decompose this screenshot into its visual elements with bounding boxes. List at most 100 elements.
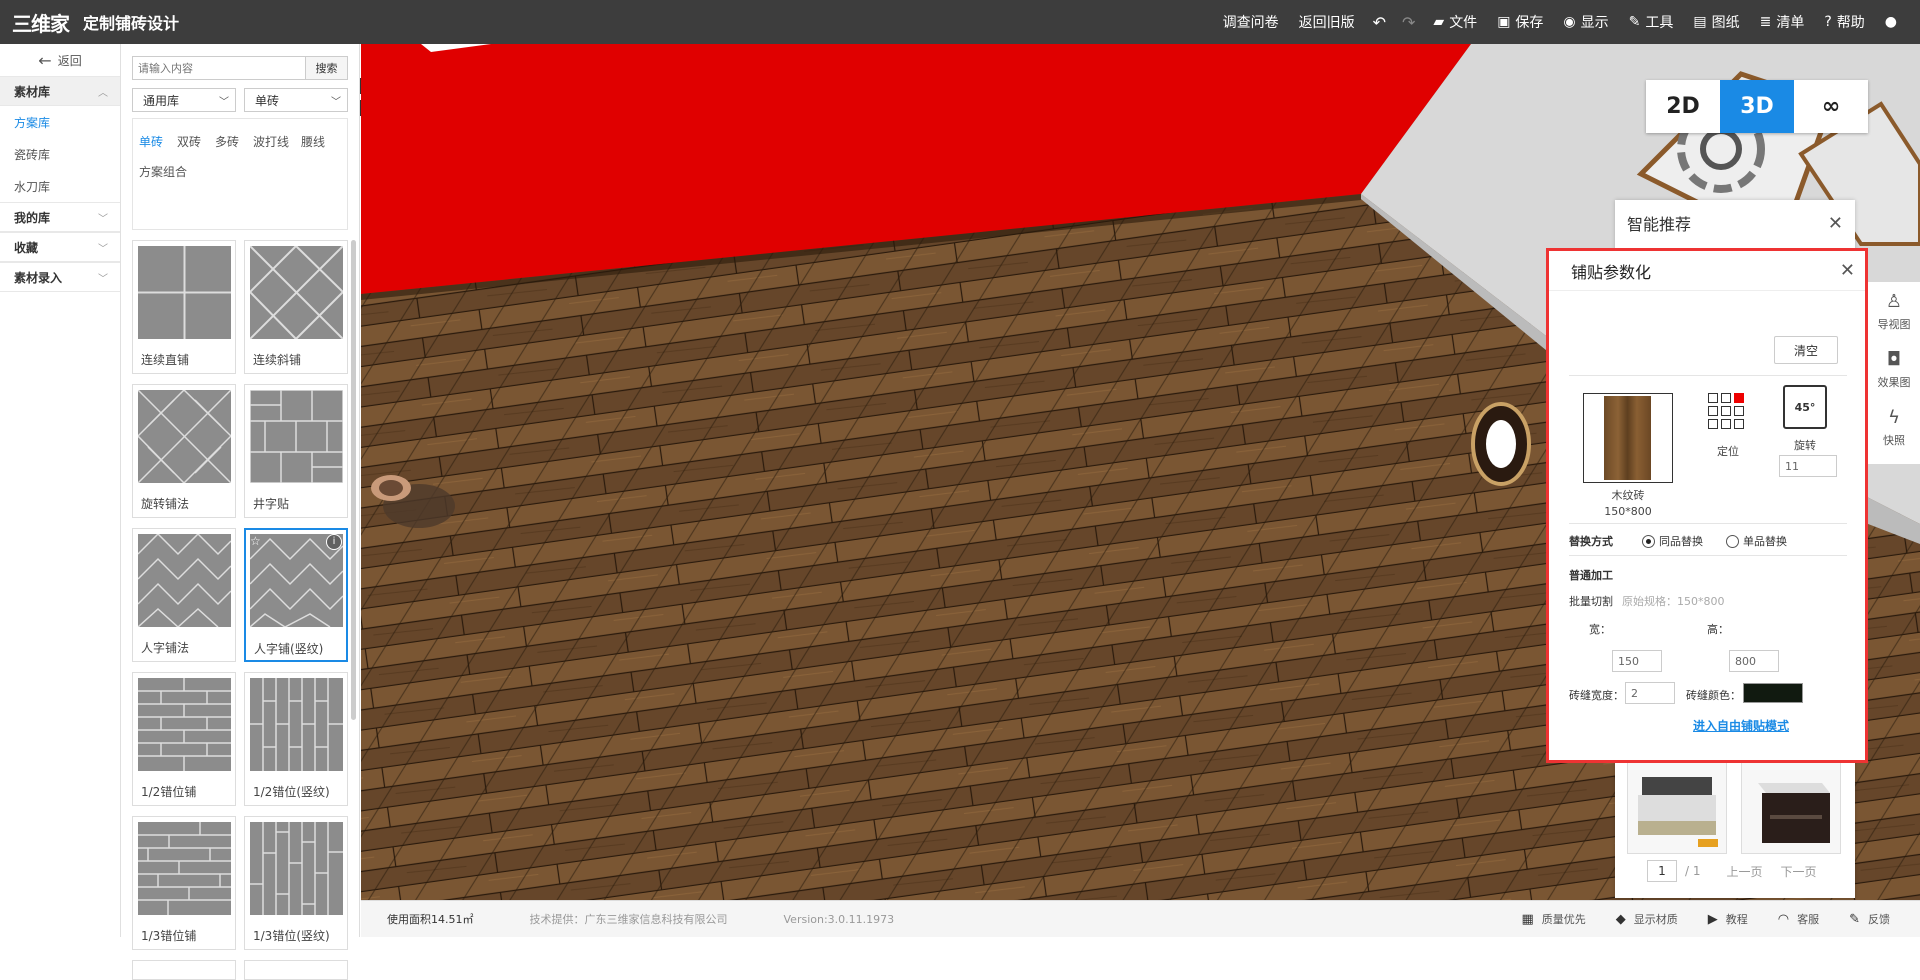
filter-waistline[interactable]: 腰线 — [301, 133, 325, 150]
nav-group-favorites[interactable]: 收藏 ﹀ — [0, 232, 120, 262]
next-page-link[interactable]: 下一页 — [1781, 863, 1817, 880]
radio-same-replace[interactable]: 同品替换 — [1642, 533, 1703, 549]
tile-card[interactable]: 连续斜铺 — [244, 240, 348, 374]
rotate-input[interactable] — [1779, 455, 1837, 477]
height-input[interactable] — [1729, 650, 1779, 672]
headset-icon: ◠ — [1777, 911, 1790, 927]
gap-width-input[interactable] — [1625, 682, 1675, 704]
tab-walkthrough[interactable]: ∞ — [1794, 80, 1868, 133]
drawings-menu[interactable]: ▤ 图纸 — [1693, 12, 1739, 32]
library-select-value: 通用库 — [143, 93, 180, 108]
tab-2d[interactable]: 2D — [1646, 80, 1720, 133]
status-actions: ▦ 质量优先 ◆ 显示材质 ▶ 教程 ◠ 客服 ✎ 反馈 — [1521, 911, 1920, 927]
tile-card-selected[interactable]: ☆ i 人字铺(竖纹) — [244, 528, 348, 662]
tile-card[interactable]: 旋转铺法 — [132, 384, 236, 518]
tile-card[interactable]: 人字铺法 — [132, 528, 236, 662]
help-menu[interactable]: ? 帮助 — [1824, 12, 1864, 32]
file-menu[interactable]: ▰ 文件 — [1433, 12, 1477, 32]
gap-color-swatch[interactable] — [1743, 683, 1803, 703]
nav-group-my-lib[interactable]: 我的库 ﹀ — [0, 202, 120, 232]
rotate-button[interactable]: 45° — [1783, 385, 1827, 429]
tools-menu[interactable]: ✎ 工具 — [1629, 12, 1674, 32]
show-material-label: 显示材质 — [1633, 913, 1678, 926]
close-icon[interactable]: ✕ — [1840, 260, 1855, 281]
info-icon[interactable]: i — [326, 534, 342, 550]
page-input[interactable] — [1647, 860, 1677, 882]
old-version-link[interactable]: 返回旧版 — [1299, 12, 1355, 32]
radio-single-replace[interactable]: 单品替换 — [1726, 533, 1787, 549]
tile-card[interactable]: 1/3错位(竖纹) — [244, 816, 348, 950]
save-menu[interactable]: ▣ 保存 — [1497, 12, 1543, 32]
nav-item-tile-lib[interactable]: 瓷砖库 — [0, 138, 120, 170]
service-link[interactable]: ◠ 客服 — [1778, 911, 1819, 927]
width-input[interactable] — [1612, 650, 1662, 672]
chevron-down-icon: ﹀ — [98, 213, 108, 225]
radio-dot — [1642, 534, 1655, 548]
position-grid-icon[interactable] — [1708, 393, 1748, 433]
user-menu[interactable]: ● — [1885, 14, 1902, 30]
tile-lib-label: 瓷砖库 — [14, 147, 51, 162]
star-icon[interactable]: ☆ — [250, 534, 266, 550]
filter-border[interactable]: 波打线 — [253, 133, 289, 150]
search-input[interactable] — [132, 56, 306, 80]
map-icon: ▤ — [1693, 14, 1707, 30]
library-select[interactable]: 通用库 ﹀ — [132, 88, 236, 112]
search-button[interactable]: 搜索 — [306, 56, 348, 80]
tools-label: 工具 — [1645, 15, 1674, 31]
tile-card[interactable]: 连续直铺 — [132, 240, 236, 374]
tile-card[interactable]: 1/2错位(竖纹) — [244, 672, 348, 806]
nav-group-material-lib[interactable]: 素材库 ︿ — [0, 76, 120, 106]
logo: 三维家 定制铺砖设计 — [12, 0, 179, 44]
filter-combo[interactable]: 方案组合 — [139, 163, 187, 180]
tile-card-partial[interactable] — [132, 960, 236, 980]
gap-width-label: 砖缝宽度： — [1569, 689, 1624, 702]
redo-icon[interactable]: ↷ — [1402, 13, 1415, 32]
tutorial-link[interactable]: ▶ 教程 — [1708, 911, 1748, 927]
replace-label: 替换方式 — [1569, 535, 1613, 548]
pattern-basket-thumb — [250, 390, 343, 483]
tile-label: 井字贴 — [253, 497, 290, 511]
catalog-scrollbar[interactable] — [351, 240, 356, 720]
survey-link[interactable]: 调查问卷 — [1223, 12, 1279, 32]
pattern-grid-thumb — [138, 246, 231, 339]
recommend-item-bed[interactable] — [1627, 762, 1727, 854]
recommend-item-nightstand[interactable] — [1741, 762, 1841, 854]
view-tabs: 2D 3D ∞ — [1646, 80, 1868, 133]
snapshot-button[interactable]: ϟ 快照 — [1868, 398, 1920, 456]
tile-card[interactable]: 1/3错位铺 — [132, 816, 236, 950]
nav-group-material-entry[interactable]: 素材录入 ﹀ — [0, 262, 120, 292]
tile-card[interactable]: 1/2错位铺 — [132, 672, 236, 806]
tile-card-partial[interactable] — [244, 960, 348, 980]
height-label: 高： — [1707, 623, 1729, 636]
undo-icon[interactable]: ↶ — [1373, 13, 1386, 32]
area-text: 使用面积14.51㎡ — [387, 913, 474, 926]
filter-multi[interactable]: 多砖 — [215, 133, 239, 150]
type-select[interactable]: 单砖 ﹀ — [244, 88, 348, 112]
tile-card[interactable]: 井字贴 — [244, 384, 348, 518]
save-icon: ▣ — [1497, 14, 1511, 30]
folder-icon: ▰ — [1433, 14, 1445, 30]
back-label: 返回 — [57, 53, 82, 68]
back-button[interactable]: ← 返回 — [0, 44, 120, 76]
clear-button[interactable]: 清空 — [1774, 336, 1838, 364]
list-menu[interactable]: ≣ 清单 — [1760, 12, 1805, 32]
nav-item-scheme-lib[interactable]: 方案库 — [0, 106, 120, 138]
show-material-toggle[interactable]: ◆ 显示材质 — [1616, 911, 1678, 927]
close-icon[interactable]: ✕ — [1828, 213, 1843, 234]
quality-label: 质量优先 — [1541, 913, 1586, 926]
old-version-label: 返回旧版 — [1298, 15, 1355, 31]
free-paving-link[interactable]: 进入自由铺贴模式 — [1693, 717, 1789, 734]
feedback-link[interactable]: ✎ 反馈 — [1849, 911, 1890, 927]
filter-single[interactable]: 单砖 — [139, 133, 163, 150]
tab-3d[interactable]: 3D — [1720, 80, 1794, 133]
feedback-label: 反馈 — [1868, 913, 1890, 926]
display-menu[interactable]: ◉ 显示 — [1563, 12, 1608, 32]
quality-toggle[interactable]: ▦ 质量优先 — [1521, 911, 1585, 927]
nav-item-waterjet-lib[interactable]: 水刀库 — [0, 170, 120, 202]
filter-double[interactable]: 双砖 — [177, 133, 201, 150]
pattern-diamond-thumb — [250, 246, 343, 339]
render-button[interactable]: ◘ 效果图 — [1868, 340, 1920, 398]
prev-page-link[interactable]: 上一页 — [1727, 863, 1763, 880]
guide-view-button[interactable]: ♙ 导视图 — [1868, 282, 1920, 340]
tile-preview[interactable] — [1583, 393, 1673, 483]
